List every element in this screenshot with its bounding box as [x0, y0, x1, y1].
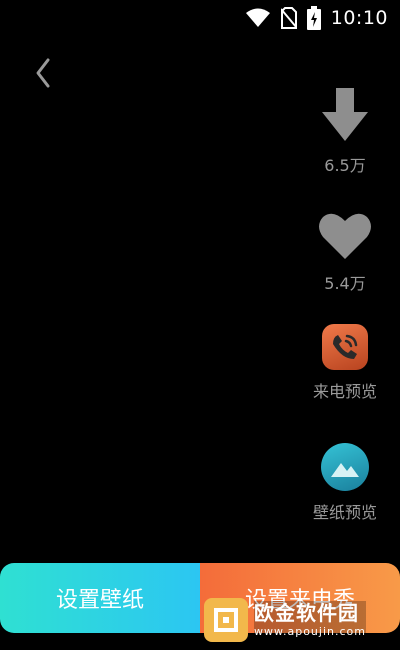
landscape-icon	[321, 443, 369, 491]
status-bar: 10:10	[0, 0, 400, 36]
status-time: 10:10	[330, 7, 388, 29]
watermark: 欧金软件园 www.apoujin.com	[200, 590, 400, 650]
wallpaper-preview-label: 壁纸预览	[312, 503, 377, 522]
watermark-logo-icon	[204, 598, 248, 642]
call-preview-label: 来电预览	[312, 382, 377, 401]
set-wallpaper-button[interactable]: 设置壁纸	[0, 563, 200, 633]
wallpaper-preview-action[interactable]: 壁纸预览	[290, 443, 400, 523]
heart-icon	[318, 212, 372, 264]
chevron-left-icon	[30, 58, 60, 94]
call-preview-action[interactable]: 来电预览	[290, 324, 400, 402]
like-action[interactable]: 5.4万	[290, 212, 400, 294]
download-arrow-icon	[321, 88, 369, 146]
download-action[interactable]: 6.5万	[290, 88, 400, 176]
watermark-url: www.apoujin.com	[254, 625, 366, 638]
phone-call-icon	[322, 324, 368, 370]
battery-charging-icon	[306, 6, 321, 30]
like-count: 5.4万	[324, 274, 366, 293]
no-sim-icon	[280, 7, 297, 29]
back-button[interactable]	[30, 56, 60, 90]
watermark-title: 欧金软件园	[254, 601, 359, 625]
wifi-icon	[245, 8, 271, 28]
download-count: 6.5万	[324, 156, 366, 175]
